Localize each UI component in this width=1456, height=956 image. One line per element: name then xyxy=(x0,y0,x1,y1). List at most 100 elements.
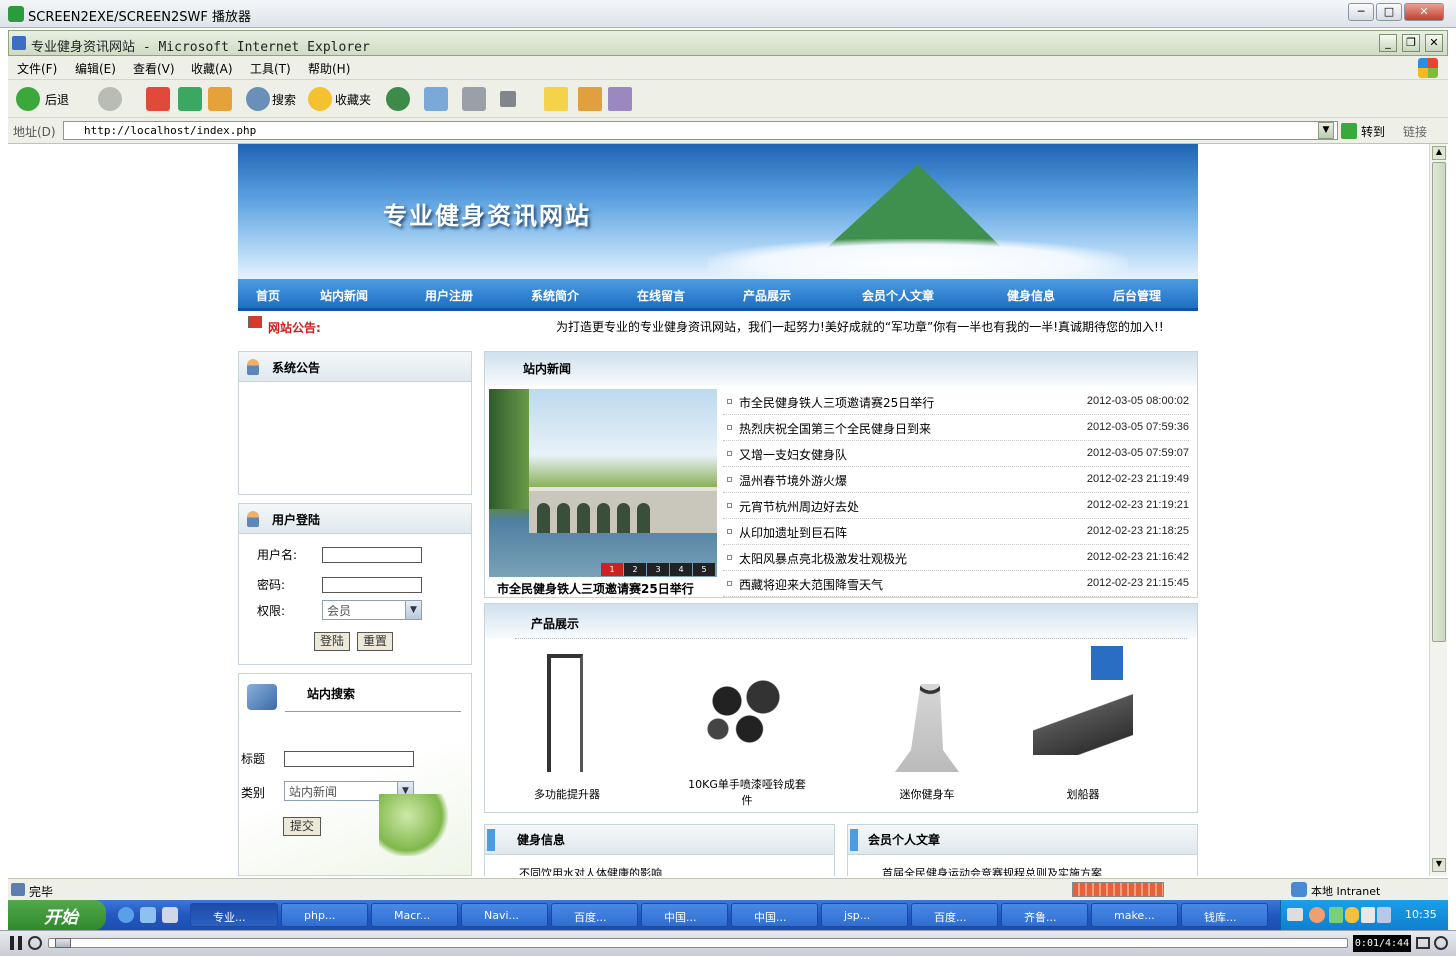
exercise-bike-image[interactable] xyxy=(895,684,959,772)
seek-thumb[interactable] xyxy=(55,938,71,948)
favorites-star-icon[interactable] xyxy=(308,87,332,111)
nav-news[interactable]: 站内新闻 xyxy=(320,287,368,304)
nav-admin[interactable]: 后台管理 xyxy=(1113,287,1161,304)
news-item-title[interactable]: 热烈庆祝全国第三个全民健身日到来 xyxy=(739,420,931,437)
scroll-up-icon[interactable]: ▲ xyxy=(1432,146,1446,160)
dumbbell-image[interactable] xyxy=(700,669,790,749)
address-dropdown-icon[interactable]: ▼ xyxy=(1318,122,1334,139)
ie-close-button[interactable]: ✕ xyxy=(1425,34,1443,52)
news-item[interactable]: 西藏将迎来大范围降雪天气 2012-02-23 21:15:45 xyxy=(723,571,1189,597)
stop-circle-icon[interactable] xyxy=(28,936,42,950)
taskbar-item[interactable]: 百度... xyxy=(551,903,638,927)
product-name[interactable]: 迷你健身车 xyxy=(867,786,987,802)
search-submit-button[interactable]: 提交 xyxy=(283,817,321,836)
address-input[interactable]: http://localhost/index.php xyxy=(63,121,1338,140)
quicklaunch-browser-icon[interactable] xyxy=(140,907,156,923)
nav-about[interactable]: 系统简介 xyxy=(531,287,579,304)
nav-guestbook[interactable]: 在线留言 xyxy=(637,287,685,304)
taskbar-item[interactable]: php... xyxy=(281,903,368,927)
stop-icon[interactable] xyxy=(146,87,170,111)
qq-icon[interactable] xyxy=(1345,907,1359,923)
tray-arrow-icon[interactable] xyxy=(1309,907,1325,923)
member-article-item[interactable]: 首届全民健身运动会竞赛规程总则及实施方案 xyxy=(882,865,1102,876)
news-item[interactable]: 又增一支妇女健身队 2012-03-05 07:59:07 xyxy=(723,441,1189,467)
news-item[interactable]: 市全民健身铁人三项邀请赛25日举行 2012-03-05 08:00:02 xyxy=(723,389,1189,415)
news-item[interactable]: 热烈庆祝全国第三个全民健身日到来 2012-03-05 07:59:36 xyxy=(723,415,1189,441)
mail-icon[interactable] xyxy=(424,87,448,111)
player-close-button[interactable]: ✕ xyxy=(1404,3,1444,21)
edit-icon[interactable] xyxy=(500,91,516,107)
news-item-title[interactable]: 从印加遗址到巨石阵 xyxy=(739,524,847,541)
forward-icon[interactable] xyxy=(98,87,122,111)
search-title-field[interactable] xyxy=(284,751,414,767)
slide-page-4[interactable]: 4 xyxy=(670,563,692,576)
taskbar-item[interactable]: Macr... xyxy=(371,903,458,927)
menu-file[interactable]: 文件(F) xyxy=(17,60,57,77)
news-slideshow-image[interactable]: 1 2 3 4 5 xyxy=(489,389,717,577)
news-item-title[interactable]: 市全民健身铁人三项邀请赛25日举行 xyxy=(739,394,934,411)
news-item-title[interactable]: 又增一支妇女健身队 xyxy=(739,446,847,463)
history-icon[interactable] xyxy=(386,87,410,111)
taskbar-item[interactable]: 中国... xyxy=(731,903,818,927)
notes-icon[interactable] xyxy=(544,87,568,111)
ie-restore-button[interactable]: ❐ xyxy=(1402,34,1420,52)
login-button[interactable]: 登陆 xyxy=(314,632,350,651)
chevron-down-icon[interactable]: ▼ xyxy=(405,601,421,619)
taskbar-item[interactable]: 齐鲁... xyxy=(1001,903,1088,927)
taskbar-item[interactable]: 专业... xyxy=(190,903,278,927)
fitness-info-item[interactable]: 不同饮用水对人体健康的影响 xyxy=(519,865,662,876)
taskbar-item[interactable]: 钱库... xyxy=(1181,903,1268,927)
nav-home[interactable]: 首页 xyxy=(256,287,280,304)
go-arrow-icon[interactable] xyxy=(1341,123,1357,139)
messenger-icon[interactable] xyxy=(578,87,602,111)
slide-page-3[interactable]: 3 xyxy=(647,563,669,576)
go-button[interactable]: 转到 xyxy=(1361,123,1385,140)
taskbar-item[interactable]: 中国... xyxy=(641,903,728,927)
taskbar-item[interactable]: Navi... xyxy=(461,903,548,927)
home-icon[interactable] xyxy=(208,87,232,111)
product-name[interactable]: 多功能提升器 xyxy=(507,786,627,802)
username-field[interactable] xyxy=(322,547,422,563)
quicklaunch-app-icon[interactable] xyxy=(162,907,178,923)
info-icon[interactable] xyxy=(1434,936,1448,950)
nav-fitness-info[interactable]: 健身信息 xyxy=(1007,287,1055,304)
fullscreen-icon[interactable] xyxy=(1416,937,1430,949)
news-item-title[interactable]: 温州春节境外游火爆 xyxy=(739,472,847,489)
player-minimize-button[interactable]: ─ xyxy=(1348,3,1374,21)
volume-icon[interactable] xyxy=(1361,907,1375,923)
print-icon[interactable] xyxy=(462,87,486,111)
ie-minimize-button[interactable]: _ xyxy=(1379,34,1397,52)
menu-view[interactable]: 查看(V) xyxy=(133,60,175,77)
start-button[interactable]: 开始 xyxy=(8,900,106,930)
product-name[interactable]: 10KG单手喷漆哑铃成套件 xyxy=(687,776,807,808)
menu-help[interactable]: 帮助(H) xyxy=(308,60,350,77)
taskbar-item[interactable]: 百度... xyxy=(911,903,998,927)
links-button[interactable]: 链接 xyxy=(1403,123,1427,140)
menu-edit[interactable]: 编辑(E) xyxy=(75,60,116,77)
rowing-machine-image[interactable] xyxy=(1033,689,1133,755)
pause-icon[interactable] xyxy=(10,936,22,950)
news-item-title[interactable]: 太阳风暴点亮北极激发壮观极光 xyxy=(739,550,907,567)
slide-page-5[interactable]: 5 xyxy=(693,563,715,576)
menu-favorites[interactable]: 收藏(A) xyxy=(191,60,233,77)
page-scrollbar[interactable]: ▲ ▼ xyxy=(1429,144,1447,876)
nav-member-articles[interactable]: 会员个人文章 xyxy=(862,287,934,304)
news-item[interactable]: 元宵节杭州周边好去处 2012-02-23 21:19:21 xyxy=(723,493,1189,519)
quicklaunch-ie-icon[interactable] xyxy=(118,907,134,923)
news-item-title[interactable]: 元宵节杭州周边好去处 xyxy=(739,498,859,515)
seek-slider[interactable] xyxy=(48,938,1348,948)
slide-page-2[interactable]: 2 xyxy=(624,563,646,576)
refresh-icon[interactable] xyxy=(178,87,202,111)
news-item-title[interactable]: 西藏将迎来大范围降雪天气 xyxy=(739,576,883,593)
news-item[interactable]: 温州春节境外游火爆 2012-02-23 21:19:49 xyxy=(723,467,1189,493)
scroll-down-icon[interactable]: ▼ xyxy=(1432,858,1446,872)
nav-products[interactable]: 产品展示 xyxy=(743,287,791,304)
scroll-thumb[interactable] xyxy=(1432,162,1446,642)
taskbar-item[interactable]: jsp... xyxy=(821,903,908,927)
player-maximize-button[interactable]: □ xyxy=(1376,3,1402,21)
back-icon[interactable] xyxy=(16,87,40,111)
clipboard-icon[interactable] xyxy=(1377,907,1391,923)
favorites-label[interactable]: 收藏夹 xyxy=(335,91,371,108)
news-item[interactable]: 太阳风暴点亮北极激发壮观极光 2012-02-23 21:16:42 xyxy=(723,545,1189,571)
role-select[interactable]: 会员 ▼ xyxy=(322,600,422,620)
